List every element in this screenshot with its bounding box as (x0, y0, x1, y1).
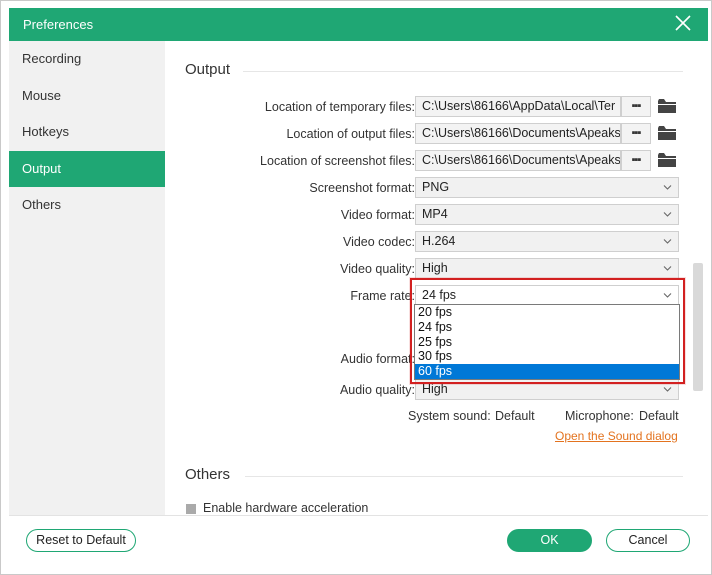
screenshot-format-select[interactable]: PNG (415, 177, 679, 198)
frame-rate-option-highlighted[interactable]: 60 fps (415, 364, 679, 379)
video-codec-value: H.264 (422, 234, 456, 248)
chevron-down-icon (663, 266, 672, 271)
video-format-label: Video format: (340, 208, 415, 222)
frame-rate-value: 24 fps (422, 288, 457, 302)
others-section-title: Others (185, 466, 231, 483)
microphone-value: Default (639, 409, 679, 423)
chevron-down-icon (663, 239, 672, 244)
hardware-acceleration-label: Enable hardware acceleration (203, 501, 369, 515)
hardware-acceleration-checkbox[interactable] (186, 504, 196, 514)
footer-bar: Reset to Default OK Cancel (9, 515, 708, 569)
chevron-down-icon (663, 185, 672, 190)
window-title: Preferences (23, 17, 94, 32)
open-sound-dialog-link[interactable]: Open the Sound dialog (555, 429, 678, 443)
screenshot-format-label: Screenshot format: (309, 181, 415, 195)
chevron-down-icon (663, 293, 672, 298)
frame-rate-option[interactable]: 30 fps (415, 349, 679, 364)
settings-panel: Output Location of temporary files: C:\U… (165, 41, 708, 515)
microphone-label: Microphone: (565, 409, 634, 423)
audio-quality-select[interactable]: High (415, 379, 679, 400)
frame-rate-select[interactable]: 24 fps (415, 285, 679, 306)
frame-rate-label: Frame rate: (350, 289, 415, 303)
video-quality-value: High (422, 261, 448, 275)
output-files-label: Location of output files: (286, 127, 415, 141)
reset-to-default-button[interactable]: Reset to Default (26, 529, 136, 552)
frame-rate-option[interactable]: 20 fps (415, 305, 679, 320)
screenshot-files-label: Location of screenshot files: (260, 154, 415, 168)
folder-icon[interactable] (658, 153, 676, 167)
frame-rate-option[interactable]: 24 fps (415, 320, 679, 335)
section-divider (243, 71, 683, 72)
chevron-down-icon (663, 387, 672, 392)
chevron-down-icon (663, 212, 672, 217)
temp-files-label: Location of temporary files: (264, 100, 415, 114)
sidebar: Recording Mouse Hotkeys Output Others (9, 41, 165, 515)
preferences-window: Preferences Recording Mouse Hotkeys Outp… (0, 0, 712, 575)
system-sound-value: Default (495, 409, 535, 423)
title-bar: Preferences (9, 8, 708, 41)
cancel-button[interactable]: Cancel (606, 529, 690, 552)
sidebar-item-output[interactable]: Output (9, 150, 165, 187)
audio-format-label: Audio format: (340, 352, 415, 366)
output-files-browse-button[interactable]: ▪▪▪ (621, 123, 651, 144)
frame-rate-dropdown-list: 20 fps 24 fps 25 fps 30 fps 60 fps (414, 304, 680, 380)
video-quality-select[interactable]: High (415, 258, 679, 279)
sidebar-item-others[interactable]: Others (9, 187, 165, 224)
frame-rate-option[interactable]: 25 fps (415, 335, 679, 350)
sidebar-item-recording[interactable]: Recording (9, 41, 165, 78)
sidebar-item-hotkeys[interactable]: Hotkeys (9, 114, 165, 151)
audio-quality-label: Audio quality: (339, 383, 415, 397)
video-format-value: MP4 (422, 207, 448, 221)
temp-files-path-input[interactable]: C:\Users\86166\AppData\Local\Ter (415, 96, 621, 117)
video-quality-label: Video quality: (340, 262, 415, 276)
video-format-select[interactable]: MP4 (415, 204, 679, 225)
output-files-path-input[interactable]: C:\Users\86166\Documents\Apeaks (415, 123, 621, 144)
system-sound-label: System sound: (408, 409, 491, 423)
section-divider (245, 476, 683, 477)
output-section-title: Output (185, 61, 231, 78)
close-icon[interactable] (674, 14, 692, 32)
temp-files-browse-button[interactable]: ▪▪▪ (621, 96, 651, 117)
video-codec-label: Video codec: (342, 235, 415, 249)
ok-button[interactable]: OK (507, 529, 592, 552)
screenshot-format-value: PNG (422, 180, 450, 194)
sidebar-item-mouse[interactable]: Mouse (9, 78, 165, 115)
audio-quality-value: High (422, 382, 448, 396)
screenshot-files-path-input[interactable]: C:\Users\86166\Documents\Apeaks (415, 150, 621, 171)
scrollbar-thumb[interactable] (693, 263, 703, 391)
folder-icon[interactable] (658, 126, 676, 140)
folder-icon[interactable] (658, 99, 676, 113)
screenshot-files-browse-button[interactable]: ▪▪▪ (621, 150, 651, 171)
video-codec-select[interactable]: H.264 (415, 231, 679, 252)
